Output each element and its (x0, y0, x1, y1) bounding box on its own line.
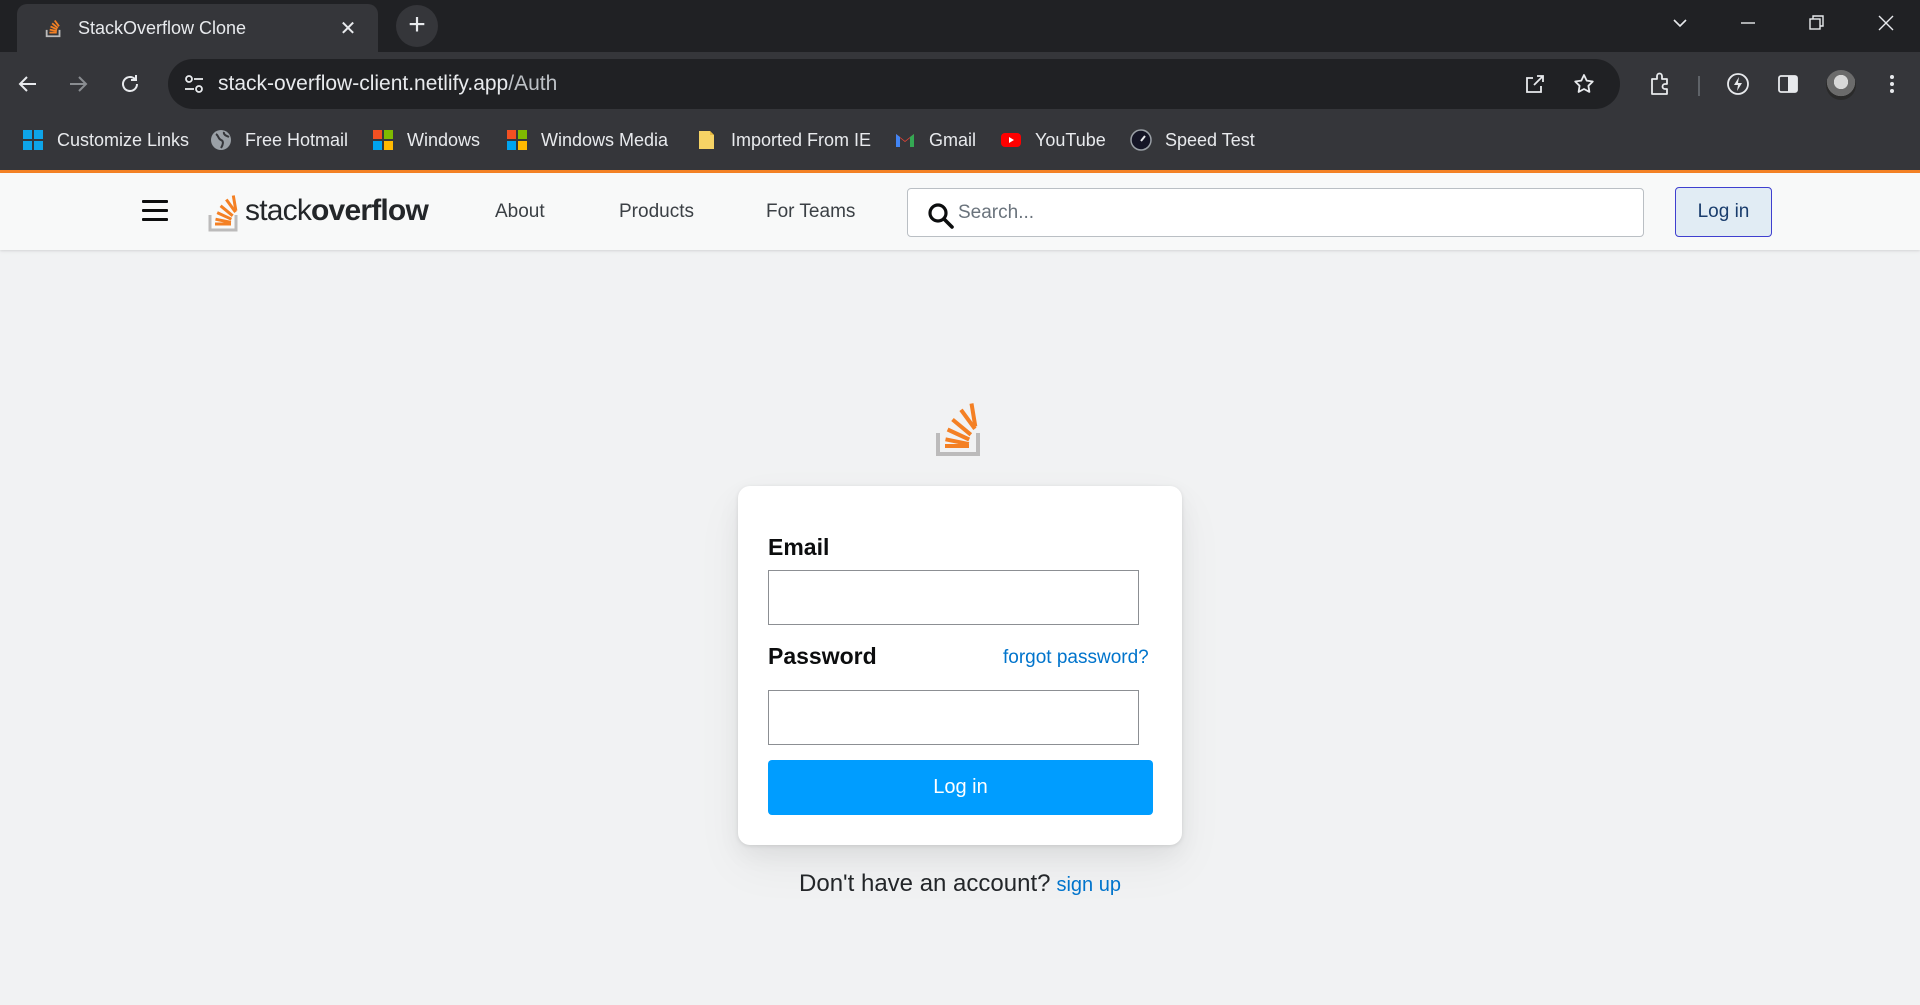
bookmark-customize-links[interactable]: Customize Links (22, 116, 189, 164)
email-field[interactable] (768, 570, 1139, 625)
hamburger-menu-icon[interactable] (142, 200, 168, 222)
windows-logo-icon (507, 130, 527, 150)
stackoverflow-logo[interactable]: stackoverflow (208, 186, 429, 236)
bookmark-label: Free Hotmail (245, 129, 349, 150)
site-settings-icon[interactable] (182, 72, 206, 96)
bookmark-windows[interactable]: Windows (372, 116, 480, 164)
site-header: stackoverflow About Products For Teams L… (0, 173, 1920, 250)
nav-about[interactable]: About (495, 173, 545, 250)
search-box (907, 188, 1644, 237)
address-bar[interactable]: stack-overflow-client.netlify.app/Auth (168, 59, 1620, 109)
header-login-button[interactable]: Log in (1675, 187, 1772, 237)
performance-bolt-icon[interactable] (1722, 68, 1754, 100)
bookmark-label: Windows Media (541, 129, 669, 150)
stackoverflow-favicon-icon (45, 19, 61, 38)
tab-search-chevron-icon[interactable] (1662, 8, 1698, 38)
restore-icon[interactable] (1798, 8, 1834, 38)
bookmark-star-icon[interactable] (1571, 71, 1597, 97)
bookmark-free-hotmail[interactable]: Free Hotmail (210, 116, 348, 164)
password-field[interactable] (768, 690, 1139, 745)
windows-logo-icon (373, 130, 393, 150)
bookmark-gmail[interactable]: Gmail (894, 116, 976, 164)
browser-tab-strip: StackOverflow Clone ✕ + (0, 0, 1920, 52)
signup-prompt: Don't have an account? (799, 870, 1051, 897)
password-label: Password (768, 643, 877, 669)
tab-close-icon[interactable]: ✕ (336, 16, 360, 40)
reload-icon[interactable] (112, 66, 148, 102)
nav-for-teams[interactable]: For Teams (766, 173, 855, 250)
folder-icon (699, 131, 714, 149)
signup-link[interactable]: sign up (1056, 874, 1121, 896)
bookmark-youtube[interactable]: YouTube (1000, 116, 1106, 164)
bookmark-windows-media[interactable]: Windows Media (506, 116, 668, 164)
bookmark-imported-from-ie[interactable]: Imported From IE (696, 116, 871, 164)
stackoverflow-icon (936, 403, 980, 456)
minimize-icon[interactable] (1730, 8, 1766, 38)
new-tab-button[interactable]: + (396, 5, 438, 47)
logo-bold-text: overflow (311, 194, 429, 227)
url-path: /Auth (508, 72, 558, 95)
toolbar-separator (1698, 76, 1700, 96)
forgot-password-link[interactable]: forgot password? (1003, 647, 1149, 669)
windows-logo-icon (23, 130, 43, 150)
login-card: Email Password forgot password? Log in (738, 486, 1182, 845)
nav-products[interactable]: Products (619, 173, 694, 250)
bookmarks-bar: Customize Links Free Hotmail Windows Win… (0, 116, 1920, 170)
bookmark-label: YouTube (1035, 129, 1106, 150)
forward-arrow-icon[interactable] (60, 66, 96, 102)
stack-logo-icon (208, 195, 238, 232)
search-input[interactable] (958, 189, 1628, 236)
signup-row: Don't have an account? sign up (0, 870, 1920, 898)
bookmark-speed-test[interactable]: Speed Test (1130, 116, 1255, 164)
email-label: Email (768, 534, 830, 560)
bookmark-label: Speed Test (1165, 129, 1255, 150)
profile-avatar[interactable] (1826, 70, 1856, 100)
more-menu-icon[interactable] (1876, 68, 1908, 100)
extensions-puzzle-icon[interactable] (1645, 68, 1677, 100)
url-text[interactable]: stack-overflow-client.netlify.app/Auth (218, 59, 557, 109)
bookmark-label: Gmail (929, 129, 977, 150)
speedometer-icon (1130, 129, 1152, 151)
tab-title: StackOverflow Clone (78, 17, 247, 38)
close-window-icon[interactable] (1868, 8, 1904, 38)
back-arrow-icon[interactable] (10, 66, 46, 102)
gmail-icon (896, 134, 914, 147)
bookmark-label: Imported From IE (731, 129, 872, 150)
globe-icon (211, 130, 231, 150)
share-icon[interactable] (1522, 71, 1548, 97)
bookmark-label: Windows (407, 129, 481, 150)
logo-light-text: stack (245, 194, 312, 227)
logo-wordmark: stackoverflow (245, 194, 429, 228)
login-submit-button[interactable]: Log in (768, 760, 1153, 815)
search-icon (928, 203, 954, 229)
browser-toolbar: stack-overflow-client.netlify.app/Auth (0, 52, 1920, 116)
url-host: stack-overflow-client.netlify.app (218, 72, 509, 95)
youtube-icon (1001, 133, 1021, 147)
side-panel-icon[interactable] (1772, 68, 1804, 100)
browser-tab[interactable]: StackOverflow Clone ✕ (17, 4, 378, 52)
bookmark-label: Customize Links (57, 129, 190, 150)
